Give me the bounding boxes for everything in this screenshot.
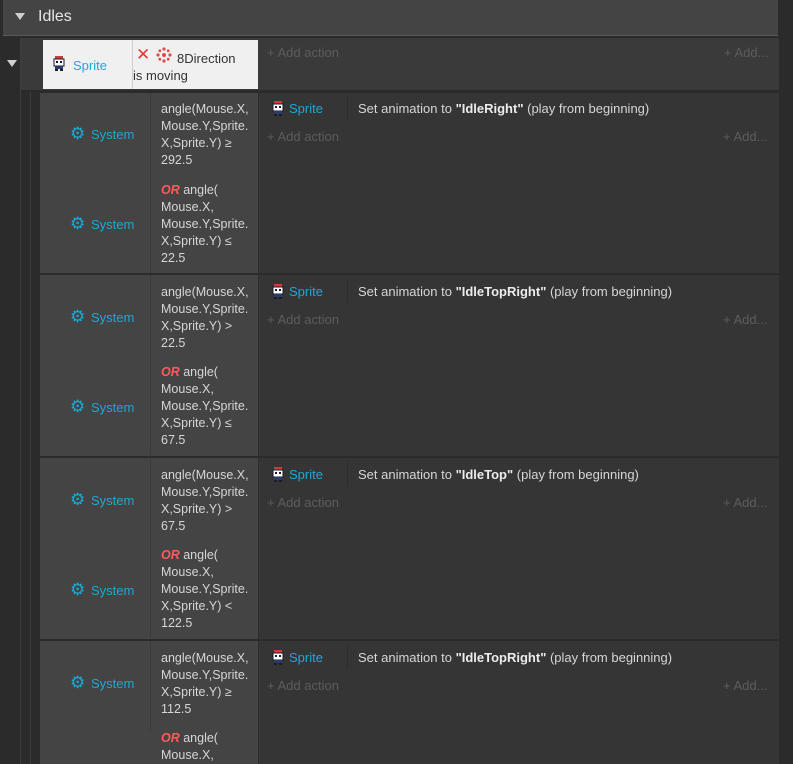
collapse-caret-icon[interactable] xyxy=(7,60,17,67)
system-condition-cell[interactable]: ⚙ System xyxy=(40,458,151,548)
plus-icon: + xyxy=(267,129,278,144)
gear-icon: ⚙ xyxy=(70,397,86,417)
add-more-link[interactable]: + Add... xyxy=(723,312,767,327)
system-condition-cell[interactable]: ⚙ System xyxy=(40,548,151,638)
condition-expression[interactable]: angle(Mouse.X, Mouse.Y,Sprite. X,Sprite.… xyxy=(161,467,259,535)
plus-icon: + xyxy=(723,678,734,693)
add-action-link[interactable]: + Add action xyxy=(267,129,339,144)
condition-expression[interactable]: angle(Mouse.X, Mouse.Y,Sprite. X,Sprite.… xyxy=(161,650,259,718)
condition-column: ⚙ System angle(Mouse.X, Mouse.Y,Sprite. … xyxy=(40,458,259,639)
or-keyword: OR xyxy=(161,183,180,197)
action-object-label[interactable]: Sprite xyxy=(289,284,323,299)
system-label[interactable]: System xyxy=(91,493,134,508)
behavior-name: 8Direction xyxy=(177,51,236,66)
add-action-link[interactable]: + Add action xyxy=(267,45,339,60)
divider xyxy=(347,96,348,120)
action-object-label[interactable]: Sprite xyxy=(289,101,323,116)
add-more-link[interactable]: + Add... xyxy=(723,129,767,144)
add-action-link[interactable]: + Add action xyxy=(267,678,339,693)
action-object-label[interactable]: Sprite xyxy=(289,467,323,482)
divider xyxy=(347,645,348,669)
plus-icon: + xyxy=(724,45,735,60)
plus-icon: + xyxy=(267,678,278,693)
add-action-link[interactable]: + Add action xyxy=(267,495,339,510)
condition-expression[interactable]: OR angle( Mouse.X, Mouse.Y,Sprite. X,Spr… xyxy=(161,182,259,267)
condition-column: ⚙ System angle(Mouse.X, Mouse.Y,Sprite. … xyxy=(40,641,259,764)
sprite-object-icon xyxy=(272,650,284,665)
gear-icon: ⚙ xyxy=(70,124,86,144)
sprite-object-icon xyxy=(272,284,284,299)
gear-icon: ⚙ xyxy=(70,307,86,327)
add-more-link[interactable]: + Add... xyxy=(723,678,767,693)
gear-icon: ⚙ xyxy=(70,490,86,510)
condition-expression[interactable]: angle(Mouse.X, Mouse.Y,Sprite. X,Sprite.… xyxy=(161,101,259,169)
action-object-label[interactable]: Sprite xyxy=(289,650,323,665)
system-label[interactable]: System xyxy=(91,127,134,142)
system-condition-cell[interactable]: ⚙ System xyxy=(40,641,151,731)
divider xyxy=(347,279,348,303)
condition-expression[interactable]: OR angle( Mouse.X, Mouse.Y,Sprite. X,Spr… xyxy=(161,364,259,449)
plus-icon: + xyxy=(723,495,734,510)
condition-expression[interactable]: OR angle( Mouse.X, xyxy=(161,730,259,764)
plus-icon: + xyxy=(267,495,278,510)
or-keyword: OR xyxy=(161,548,180,562)
sub-event-row[interactable]: ⚙ System angle(Mouse.X, Mouse.Y,Sprite. … xyxy=(40,640,779,764)
sprite-object-icon xyxy=(272,101,284,116)
system-label[interactable]: System xyxy=(91,400,134,415)
system-label[interactable]: System xyxy=(91,583,134,598)
add-more-link[interactable]: + Add... xyxy=(723,495,767,510)
condition-column: ⚙ System angle(Mouse.X, Mouse.Y,Sprite. … xyxy=(40,93,259,273)
gear-icon: ⚙ xyxy=(70,580,86,600)
gear-icon: ⚙ xyxy=(70,214,86,234)
action-text[interactable]: Set animation to "IdleTopRight" (play fr… xyxy=(358,284,672,299)
or-keyword: OR xyxy=(161,731,180,745)
system-condition-cell[interactable]: ⚙ System xyxy=(40,365,151,455)
plus-icon: + xyxy=(267,312,278,327)
divider xyxy=(347,462,348,486)
gear-icon: ⚙ xyxy=(70,673,86,693)
system-label[interactable]: System xyxy=(91,217,134,232)
tree-guide-line xyxy=(30,92,31,764)
parent-event-row[interactable]: Sprite ✕ 8Direction is moving + Add acti… xyxy=(21,38,779,91)
condition-8direction-cell[interactable]: ✕ 8Direction is moving xyxy=(132,40,258,89)
plus-icon: + xyxy=(723,129,734,144)
system-condition-cell[interactable]: ⚙ System xyxy=(40,275,151,365)
or-keyword: OR xyxy=(161,365,180,379)
system-label[interactable]: System xyxy=(91,676,134,691)
event-group-header[interactable]: Idles xyxy=(3,0,778,36)
condition-expression[interactable]: angle(Mouse.X, Mouse.Y,Sprite. X,Sprite.… xyxy=(161,284,259,352)
sub-event-row[interactable]: ⚙ System angle(Mouse.X, Mouse.Y,Sprite. … xyxy=(40,457,779,639)
system-condition-cell[interactable]: ⚙ System xyxy=(40,183,151,273)
add-action-link[interactable]: + Add action xyxy=(267,312,339,327)
condition-object-label[interactable]: Sprite xyxy=(73,58,107,73)
group-title: Idles xyxy=(38,8,72,25)
tree-guide-line xyxy=(20,38,21,764)
system-condition-cell[interactable]: ⚙ System xyxy=(40,93,151,183)
behavior-state: is moving xyxy=(133,68,188,83)
condition-expression[interactable]: OR angle( Mouse.X, Mouse.Y,Sprite. X,Spr… xyxy=(161,547,259,632)
add-more-link[interactable]: + Add... xyxy=(724,45,768,60)
action-text[interactable]: Set animation to "IdleTopRight" (play fr… xyxy=(358,650,672,665)
caret-down-icon[interactable] xyxy=(15,13,25,20)
condition-object-cell[interactable]: Sprite xyxy=(43,40,132,89)
action-text[interactable]: Set animation to "IdleRight" (play from … xyxy=(358,101,649,116)
sprite-object-icon xyxy=(53,56,65,71)
8direction-behavior-icon xyxy=(156,47,172,63)
system-label[interactable]: System xyxy=(91,310,134,325)
sprite-object-icon xyxy=(272,467,284,482)
sub-event-row[interactable]: ⚙ System angle(Mouse.X, Mouse.Y,Sprite. … xyxy=(40,92,779,273)
sub-event-row[interactable]: ⚙ System angle(Mouse.X, Mouse.Y,Sprite. … xyxy=(40,274,779,456)
plus-icon: + xyxy=(267,45,278,60)
action-text[interactable]: Set animation to "IdleTop" (play from be… xyxy=(358,467,639,482)
close-icon[interactable]: ✕ xyxy=(136,46,150,63)
plus-icon: + xyxy=(723,312,734,327)
condition-column: ⚙ System angle(Mouse.X, Mouse.Y,Sprite. … xyxy=(40,275,259,456)
